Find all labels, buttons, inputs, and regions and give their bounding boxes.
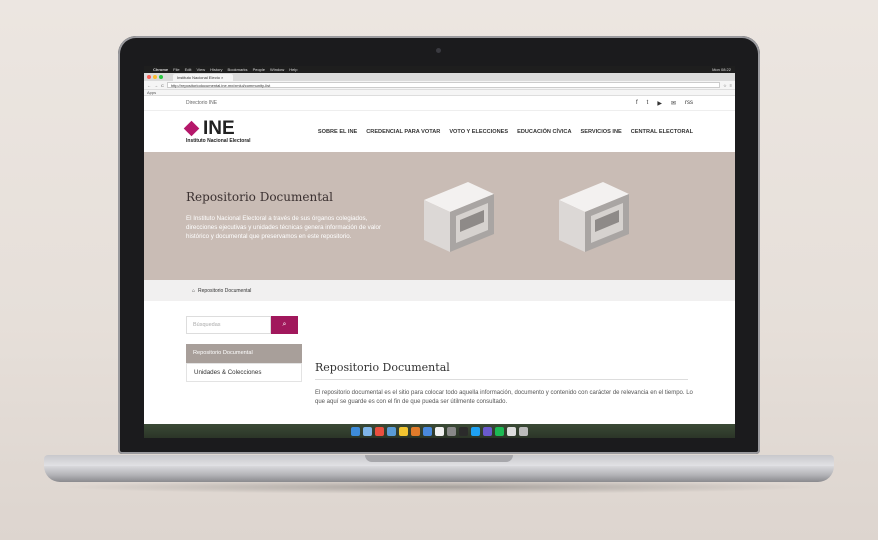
app-icon[interactable] [507, 426, 516, 436]
menu-view[interactable]: View [196, 67, 205, 72]
laptop-shadow [60, 480, 820, 494]
finder-icon[interactable] [351, 426, 360, 436]
menu-window[interactable]: Window [270, 67, 284, 72]
web-page: Directorio INE f t ▶ ✉ rss INE Instituto… [144, 96, 735, 412]
mac-menubar: Chrome File Edit View History Bookmarks … [144, 66, 735, 73]
app-icon[interactable] [483, 426, 492, 436]
search-input[interactable]: Búsquedas [186, 316, 271, 334]
menu-bookmarks[interactable]: Bookmarks [228, 67, 248, 72]
search-button[interactable]: ⌕ [271, 316, 298, 334]
home-icon[interactable]: ⌂ [192, 288, 195, 294]
minimize-window-icon[interactable] [153, 75, 157, 79]
menu-history[interactable]: History [210, 67, 222, 72]
menu-people[interactable]: People [253, 67, 265, 72]
youtube-icon[interactable]: ▶ [657, 100, 662, 107]
filing-cabinet-icon [559, 182, 629, 252]
title-divider [315, 379, 688, 380]
mac-dock [144, 424, 735, 438]
filing-cabinet-icon [424, 182, 494, 252]
search-icon: ⌕ [282, 321, 287, 328]
main-text: El repositorio documental es el sitio pa… [315, 390, 693, 405]
logo-diamond-icon [183, 120, 200, 137]
facebook-icon[interactable]: f [636, 100, 638, 107]
nav-voto-elecciones[interactable]: VOTO Y ELECCIONES [449, 129, 508, 135]
directory-link[interactable]: Directorio INE [186, 100, 217, 106]
twitter-icon[interactable]: t [647, 100, 649, 107]
app-icon[interactable] [399, 426, 408, 436]
maximize-window-icon[interactable] [159, 75, 163, 79]
breadcrumb-current[interactable]: Repositorio Documental [198, 288, 251, 294]
breadcrumb: ⌂ Repositorio Documental [144, 280, 735, 301]
site-header: INE Instituto Nacional Electoral SOBRE E… [144, 111, 735, 152]
laptop-notch [365, 455, 513, 462]
logo-subtitle: Instituto Nacional Electoral [186, 137, 251, 144]
back-icon[interactable]: ← [147, 83, 151, 88]
address-bar-row: ← → C http://repositoriodocumental.ine.m… [144, 81, 735, 90]
hero-banner: Repositorio Documental El Instituto Naci… [144, 152, 735, 280]
terminal-icon[interactable] [459, 426, 468, 436]
logo-text: INE [203, 117, 235, 139]
menu-edit[interactable]: Edit [185, 67, 192, 72]
spotify-icon[interactable] [495, 426, 504, 436]
menu-help[interactable]: Help [289, 67, 297, 72]
nav-credencial[interactable]: CREDENCIAL PARA VOTAR [366, 129, 440, 135]
screen: Chrome File Edit View History Bookmarks … [144, 66, 735, 438]
nav-educacion-civica[interactable]: EDUCACIÓN CÍVICA [517, 129, 571, 135]
close-window-icon[interactable] [147, 75, 151, 79]
hero-title: Repositorio Documental [186, 190, 334, 204]
mail-icon[interactable]: ✉ [671, 100, 676, 107]
app-icon[interactable] [387, 426, 396, 436]
social-links: f t ▶ ✉ rss [636, 100, 693, 107]
laptop-base [44, 466, 834, 482]
menubar-clock[interactable]: Mon 08:22 [712, 67, 731, 72]
app-icon[interactable] [423, 426, 432, 436]
main-title: Repositorio Documental [315, 361, 450, 374]
url-input[interactable]: http://repositoriodocumental.ine.mx/xmlu… [166, 82, 721, 88]
browser-tab[interactable]: Instituto Nacional Electo × [173, 73, 234, 81]
apps-bookmark[interactable]: Apps [147, 90, 156, 95]
hero-description: El Instituto Nacional Electoral a través… [186, 215, 382, 240]
menu-file[interactable]: File [173, 67, 179, 72]
rss-icon[interactable]: rss [685, 100, 693, 107]
menubar-app[interactable]: Chrome [153, 67, 168, 72]
main-nav: SOBRE EL INE CREDENCIAL PARA VOTAR VOTO … [318, 129, 693, 135]
reload-icon[interactable]: C [161, 83, 164, 88]
content-area: Búsquedas ⌕ Repositorio Documental Unida… [144, 301, 735, 412]
app-icon[interactable] [411, 426, 420, 436]
chrome-icon[interactable] [375, 426, 384, 436]
ine-logo[interactable]: INE Instituto Nacional Electoral [183, 117, 272, 144]
browser-tabbar: Instituto Nacional Electo × [144, 73, 735, 81]
nav-servicios-ine[interactable]: SERVICIOS INE [580, 129, 621, 135]
app-icon[interactable] [447, 426, 456, 436]
nav-central-electoral[interactable]: CENTRAL ELECTORAL [631, 129, 693, 135]
sidebar-item-unidades[interactable]: Unidades & Colecciones [186, 363, 302, 382]
sidebar-item-repositorio[interactable]: Repositorio Documental [186, 344, 302, 363]
skype-icon[interactable] [471, 426, 480, 436]
forward-icon[interactable]: → [154, 83, 158, 88]
trash-icon[interactable] [519, 426, 528, 436]
menu-icon[interactable]: ≡ [730, 83, 732, 88]
bookmark-star-icon[interactable]: ☆ [723, 83, 727, 88]
app-icon[interactable] [435, 426, 444, 436]
nav-sobre-el-ine[interactable]: SOBRE EL INE [318, 129, 357, 135]
camera [436, 48, 441, 53]
top-utility-bar: Directorio INE f t ▶ ✉ rss [144, 96, 735, 111]
app-icon[interactable] [363, 426, 372, 436]
